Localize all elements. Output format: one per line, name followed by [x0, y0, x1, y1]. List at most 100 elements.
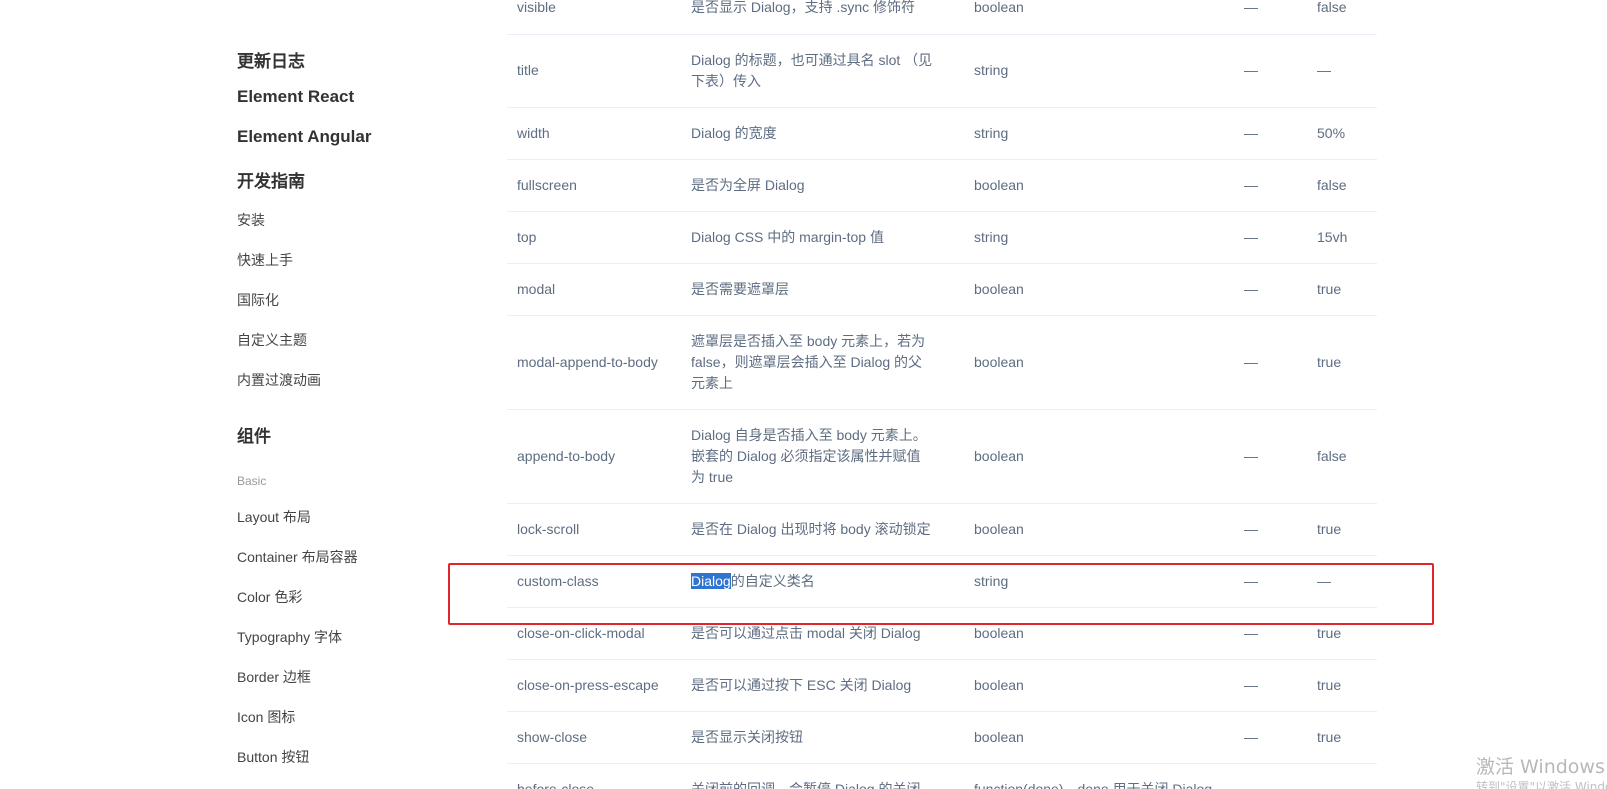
nav-item-typography[interactable]: Typography 字体 [237, 627, 342, 647]
type-cell: function(done)，done 用于关闭 Dialog [964, 763, 1234, 789]
default-cell: 15vh [1307, 211, 1377, 264]
desc-cell: Dialog 的标题，也可通过具名 slot （见下表）传入 [681, 34, 964, 108]
param-cell: top [507, 211, 681, 264]
options-cell: — [1234, 409, 1307, 504]
options-cell: — [1234, 711, 1307, 764]
nav-item-i18n[interactable]: 国际化 [237, 290, 279, 310]
windows-activation-watermark: 激活 Windows [1476, 756, 1605, 778]
desc-cell: 是否显示 Dialog，支持 .sync 修饰符 [681, 0, 964, 35]
options-cell: — [1234, 315, 1307, 410]
nav-item-icon[interactable]: Icon 图标 [237, 707, 295, 727]
table-row: close-on-click-modal 是否可以通过点击 modal 关闭 D… [507, 607, 1377, 660]
default-cell: false [1307, 159, 1377, 212]
default-cell: — [1307, 555, 1377, 608]
table-row: append-to-body Dialog 自身是否插入至 body 元素上。嵌… [507, 409, 1377, 504]
table-row: before-close 关闭前的回调，会暂停 Dialog 的关闭 funct… [507, 763, 1377, 789]
type-cell: boolean [964, 607, 1234, 660]
table-row: top Dialog CSS 中的 margin-top 值 string — … [507, 211, 1377, 264]
desc-cell: 遮罩层是否插入至 body 元素上，若为 false，则遮罩层会插入至 Dial… [681, 315, 964, 410]
param-cell: modal-append-to-body [507, 315, 681, 410]
options-cell: — [1234, 159, 1307, 212]
table-row: modal-append-to-body 遮罩层是否插入至 body 元素上，若… [507, 315, 1377, 410]
table-row: visible 是否显示 Dialog，支持 .sync 修饰符 boolean… [507, 0, 1377, 35]
options-cell: — [1234, 555, 1307, 608]
table-row-selected: custom-class Dialog的自定义类名 string — — [507, 555, 1377, 608]
nav-item-quickstart[interactable]: 快速上手 [237, 250, 293, 270]
desc-cell: 是否需要遮罩层 [681, 263, 964, 316]
desc-rest-text: 的自定义类名 [730, 572, 815, 589]
desc-cell: Dialog 的宽度 [681, 107, 964, 160]
desc-cell: Dialog 自身是否插入至 body 元素上。嵌套的 Dialog 必须指定该… [681, 409, 964, 504]
table-row: lock-scroll 是否在 Dialog 出现时将 body 滚动锁定 bo… [507, 503, 1377, 556]
param-cell: lock-scroll [507, 503, 681, 556]
param-cell: append-to-body [507, 409, 681, 504]
param-cell: title [507, 34, 681, 108]
table-row: close-on-press-escape 是否可以通过按下 ESC 关闭 Di… [507, 659, 1377, 712]
default-cell: — [1307, 34, 1377, 108]
type-cell: boolean [964, 159, 1234, 212]
table-row: fullscreen 是否为全屏 Dialog boolean — false [507, 159, 1377, 212]
desc-cell: Dialog的自定义类名 [681, 555, 964, 608]
options-cell: — [1234, 503, 1307, 556]
nav-item-color[interactable]: Color 色彩 [237, 587, 302, 607]
nav-item-layout[interactable]: Layout 布局 [237, 507, 311, 527]
type-cell: string [964, 555, 1234, 608]
options-cell: — [1234, 0, 1307, 35]
default-cell: false [1307, 409, 1377, 504]
options-cell: — [1234, 659, 1307, 712]
nav-item-button[interactable]: Button 按钮 [237, 747, 309, 767]
nav-group-basic: Basic [237, 474, 267, 488]
options-cell: — [1234, 607, 1307, 660]
param-cell: custom-class [507, 555, 681, 608]
table-row: modal 是否需要遮罩层 boolean — true [507, 263, 1377, 316]
default-cell: true [1307, 711, 1377, 764]
default-cell: — [1307, 763, 1377, 789]
type-cell: string [964, 107, 1234, 160]
default-cell: true [1307, 503, 1377, 556]
table-row: width Dialog 的宽度 string — 50% [507, 107, 1377, 160]
desc-cell: 关闭前的回调，会暂停 Dialog 的关闭 [681, 763, 964, 789]
type-cell: boolean [964, 503, 1234, 556]
type-cell: boolean [964, 659, 1234, 712]
nav-dev-guide[interactable]: 开发指南 [237, 167, 305, 192]
sidebar-nav: 更新日志 Element React Element Angular 开发指南 … [237, 0, 457, 789]
options-cell: — [1234, 34, 1307, 108]
default-cell: true [1307, 315, 1377, 410]
param-cell: visible [507, 0, 681, 35]
attributes-table-container: visible 是否显示 Dialog，支持 .sync 修饰符 boolean… [507, 0, 1377, 789]
param-cell: close-on-click-modal [507, 607, 681, 660]
param-cell: before-close [507, 763, 681, 789]
selected-text[interactable]: Dialog [691, 572, 731, 589]
type-cell: string [964, 211, 1234, 264]
nav-item-install[interactable]: 安装 [237, 210, 265, 230]
param-cell: width [507, 107, 681, 160]
default-cell: true [1307, 607, 1377, 660]
table-row: show-close 是否显示关闭按钮 boolean — true [507, 711, 1377, 764]
param-cell: fullscreen [507, 159, 681, 212]
type-cell: boolean [964, 409, 1234, 504]
attributes-table: visible 是否显示 Dialog，支持 .sync 修饰符 boolean… [507, 0, 1377, 789]
desc-cell: 是否显示关闭按钮 [681, 711, 964, 764]
type-cell: boolean [964, 711, 1234, 764]
nav-components[interactable]: 组件 [237, 422, 271, 447]
type-cell: boolean [964, 263, 1234, 316]
options-cell: — [1234, 211, 1307, 264]
nav-item-border[interactable]: Border 边框 [237, 667, 311, 687]
type-cell: boolean [964, 0, 1234, 35]
param-cell: show-close [507, 711, 681, 764]
desc-cell: 是否在 Dialog 出现时将 body 滚动锁定 [681, 503, 964, 556]
desc-cell: 是否为全屏 Dialog [681, 159, 964, 212]
options-cell: — [1234, 107, 1307, 160]
nav-item-custom-theme[interactable]: 自定义主题 [237, 330, 307, 350]
nav-item-transition[interactable]: 内置过渡动画 [237, 370, 321, 390]
param-cell: modal [507, 263, 681, 316]
param-cell: close-on-press-escape [507, 659, 681, 712]
nav-element-angular[interactable]: Element Angular [237, 127, 371, 147]
table-row: title Dialog 的标题，也可通过具名 slot （见下表）传入 str… [507, 34, 1377, 108]
type-cell: string [964, 34, 1234, 108]
nav-element-react[interactable]: Element React [237, 87, 354, 107]
default-cell: 50% [1307, 107, 1377, 160]
nav-changelog[interactable]: 更新日志 [237, 47, 305, 72]
nav-item-container[interactable]: Container 布局容器 [237, 547, 358, 567]
desc-cell: Dialog CSS 中的 margin-top 值 [681, 211, 964, 264]
